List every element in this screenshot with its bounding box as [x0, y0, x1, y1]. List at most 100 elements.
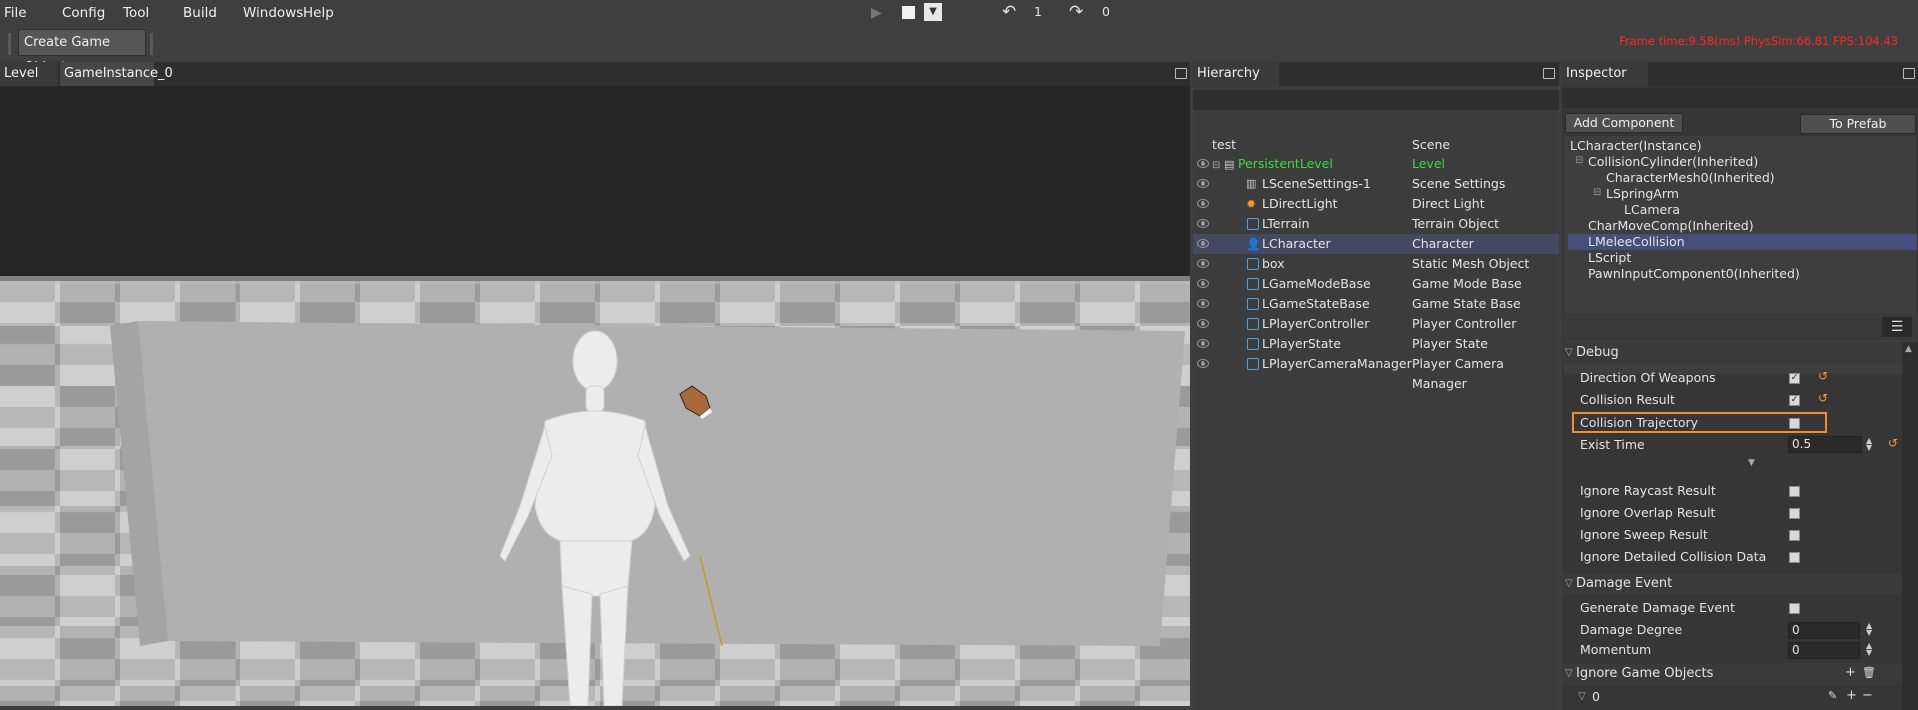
collision-result-checkbox[interactable]: ✓ [1789, 395, 1800, 406]
dropdown-icon[interactable]: ▼ [924, 3, 942, 21]
menu-windows[interactable]: Windows [243, 5, 303, 21]
add-icon[interactable]: + [1846, 688, 1857, 703]
menu-config[interactable]: Config [62, 5, 105, 21]
trash-icon[interactable]: 🗑 [1862, 666, 1876, 679]
menu-build[interactable]: Build [183, 5, 217, 21]
menu-file[interactable]: File [4, 5, 27, 21]
to-prefab-button[interactable]: To Prefab [1800, 114, 1916, 134]
component-item[interactable]: CollisionCylinder(Inherited) [1588, 154, 1758, 170]
section-damage-event[interactable]: ▽ Damage Event [1562, 573, 1902, 595]
direction-of-weapons-checkbox[interactable]: ✓ [1789, 373, 1800, 384]
scrollbar[interactable]: ▲ [1902, 342, 1918, 710]
pin-icon[interactable] [1903, 68, 1915, 79]
hierarchy-row[interactable]: box Static Mesh Object [1193, 254, 1559, 274]
toolbar-grip[interactable] [8, 33, 11, 55]
spinner-icon[interactable]: ▲ ▼ [1866, 642, 1872, 657]
collapse-icon[interactable]: ⊟ [1575, 155, 1583, 166]
ignore-detailed-checkbox[interactable] [1789, 552, 1800, 563]
hierarchy-search[interactable] [1193, 90, 1559, 110]
menu-help[interactable]: Help [303, 5, 334, 21]
component-item[interactable]: CharMoveComp(Inherited) [1588, 218, 1754, 234]
hierarchy-row[interactable]: LPlayerCameraManager Player Camera Manag… [1193, 354, 1559, 391]
add-icon[interactable]: + [1845, 665, 1856, 680]
section-debug[interactable]: ▽ Debug [1562, 342, 1902, 364]
tab-level[interactable]: Level [0, 62, 58, 86]
list-item-index: 0 [1592, 689, 1600, 704]
hierarchy-row[interactable]: LGameModeBase Game Mode Base [1193, 274, 1559, 294]
component-item[interactable]: LCharacter(Instance) [1570, 138, 1702, 154]
visibility-eye-icon[interactable] [1197, 179, 1209, 188]
hierarchy-row[interactable]: ⊟ ▤ PersistentLevel Level [1193, 154, 1559, 174]
hierarchy-row[interactable]: LPlayerController Player Controller [1193, 314, 1559, 334]
hierarchy-row[interactable]: LGameStateBase Game State Base [1193, 294, 1559, 314]
reset-icon[interactable]: ↺ [1818, 391, 1828, 405]
add-component-button[interactable]: Add Component [1565, 113, 1683, 133]
ignore-sweep-checkbox[interactable] [1789, 530, 1800, 541]
menu-tool[interactable]: Tool [123, 5, 149, 21]
momentum-field[interactable]: 0 [1788, 642, 1860, 659]
visibility-eye-icon[interactable] [1197, 239, 1209, 248]
tab-game-instance[interactable]: GameInstance_0 [60, 62, 173, 86]
hierarchy-item-name: LDirectLight [1262, 196, 1338, 211]
spinner-icon[interactable]: ▲ ▼ [1866, 622, 1872, 637]
hierarchy-row-selected[interactable]: 👤 LCharacter Character [1193, 234, 1559, 254]
hierarchy-row[interactable]: LTerrain Terrain Object [1193, 214, 1559, 234]
inspector-panel: Add Component To Prefab LCharacter(Insta… [1562, 86, 1918, 710]
ignore-overlap-checkbox[interactable] [1789, 508, 1800, 519]
pin-icon[interactable] [1175, 68, 1187, 79]
visibility-eye-icon[interactable] [1197, 199, 1209, 208]
prop-generate-damage: Generate Damage Event [1580, 600, 1735, 615]
ignore-raycast-checkbox[interactable] [1789, 486, 1800, 497]
expand-icon: ▽ [1565, 578, 1573, 589]
inspector-search[interactable] [1562, 88, 1918, 108]
cube-icon [1247, 318, 1259, 330]
hierarchy-row[interactable]: LPlayerState Player State [1193, 334, 1559, 354]
component-item[interactable]: CharacterMesh0(Inherited) [1606, 170, 1775, 186]
remove-icon[interactable]: − [1862, 688, 1873, 703]
tab-inspector[interactable]: Inspector [1562, 62, 1648, 86]
spinner-icon[interactable]: ▲ ▼ [1866, 437, 1872, 452]
hierarchy-row[interactable]: ✹ LDirectLight Direct Light [1193, 194, 1559, 214]
hierarchy-item-type: Character [1412, 236, 1474, 251]
visibility-eye-icon[interactable] [1197, 339, 1209, 348]
play-icon[interactable]: ▶ [871, 5, 882, 21]
exist-time-field[interactable]: 0.5 [1788, 436, 1862, 453]
visibility-eye-icon[interactable] [1197, 359, 1209, 368]
collision-trajectory-checkbox[interactable] [1789, 418, 1800, 429]
component-item[interactable]: LScript [1588, 250, 1631, 266]
toolbar-grip[interactable] [150, 33, 153, 55]
visibility-eye-icon[interactable] [1197, 219, 1209, 228]
expand-more-icon[interactable]: ▼ [1748, 458, 1755, 468]
visibility-eye-icon[interactable] [1197, 279, 1209, 288]
hierarchy-row[interactable]: ▥ LSceneSettings-1 Scene Settings [1193, 174, 1559, 194]
component-item[interactable]: LSpringArm [1606, 186, 1679, 202]
menu-lines-icon[interactable]: ☰ [1882, 317, 1912, 337]
create-game-object-button[interactable]: Create Game Object [18, 29, 146, 75]
details-toolbar: ☰ [1562, 314, 1918, 340]
collapse-icon[interactable]: ⊟ [1593, 187, 1601, 198]
collapse-icon[interactable]: ⊟ [1212, 156, 1220, 176]
visibility-eye-icon[interactable] [1197, 299, 1209, 308]
visibility-eye-icon[interactable] [1197, 259, 1209, 268]
edit-icon[interactable]: ✎ [1828, 689, 1837, 702]
component-item-selected[interactable]: LMeleeCollision [1568, 234, 1917, 250]
reset-icon[interactable]: ↺ [1888, 436, 1898, 450]
scene-viewport[interactable] [0, 86, 1190, 706]
visibility-eye-icon[interactable] [1197, 319, 1209, 328]
pin-icon[interactable] [1543, 68, 1555, 79]
undo-icon[interactable]: ↶ [1002, 2, 1016, 22]
stop-icon[interactable] [902, 6, 915, 19]
redo-icon[interactable]: ↷ [1069, 2, 1083, 22]
hierarchy-item-name: box [1262, 256, 1285, 271]
component-item[interactable]: PawnInputComponent0(Inherited) [1588, 266, 1800, 282]
component-item[interactable]: LCamera [1624, 202, 1680, 218]
tab-hierarchy[interactable]: Hierarchy [1193, 62, 1279, 86]
undo-count: 1 [1034, 4, 1042, 19]
reset-icon[interactable]: ↺ [1818, 369, 1828, 383]
damage-degree-field[interactable]: 0 [1788, 622, 1860, 639]
generate-damage-checkbox[interactable] [1789, 603, 1800, 614]
expand-icon[interactable]: ▽ [1578, 691, 1586, 702]
visibility-eye-icon[interactable] [1197, 159, 1209, 168]
scroll-up-icon[interactable]: ▲ [1905, 344, 1912, 354]
cube-icon [1247, 298, 1259, 310]
